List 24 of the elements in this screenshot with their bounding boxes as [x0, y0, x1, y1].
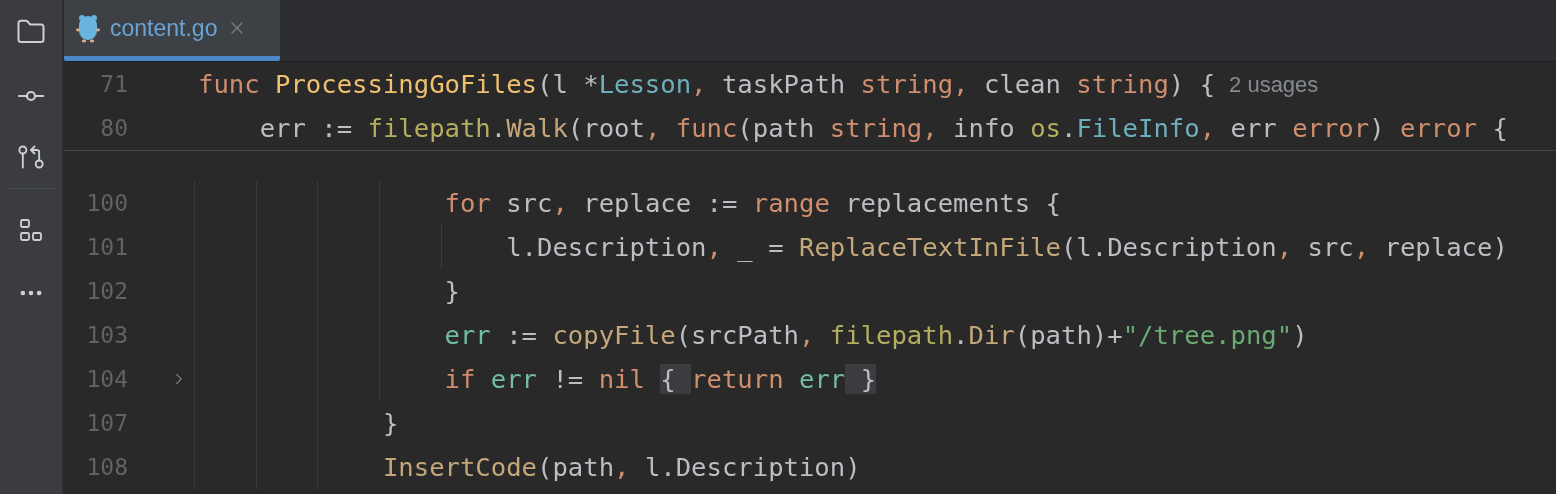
- usages-hint[interactable]: 2 usages: [1229, 67, 1319, 101]
- code-line: func ProcessingGoFiles(l *Lesson, taskPath string, clean string) {: [198, 67, 1216, 101]
- line-number: 104: [86, 364, 128, 394]
- code-line: l.Description, _ = ReplaceTextInFile(l.Description, src, replace): [505, 230, 1508, 264]
- code-line: InsertCode(path, l.Description): [381, 450, 861, 484]
- line-number: 80: [100, 113, 128, 143]
- code-line: }: [443, 274, 460, 308]
- file-tab[interactable]: content.go: [64, 0, 280, 61]
- line-number: 103: [86, 320, 128, 350]
- line-number: 107: [86, 408, 128, 438]
- code-line: for src, replace := range replacements {: [443, 186, 1061, 220]
- code-line: }: [381, 406, 399, 440]
- code-line: err := filepath.Walk(root, func(path string, info os.FileInfo, err error) error {: [258, 111, 1508, 145]
- line-number: 108: [86, 452, 128, 482]
- line-number: 100: [86, 188, 128, 218]
- line-number: 101: [86, 232, 128, 262]
- line-number: 102: [86, 276, 128, 306]
- line-number: 71: [100, 69, 128, 99]
- pull-request-icon[interactable]: [17, 143, 45, 171]
- code-line: if err != nil { return err }: [443, 362, 877, 396]
- structure-icon[interactable]: [18, 218, 44, 244]
- file-type-icon: [76, 13, 100, 43]
- code-line: err := copyFile(srcPath, filepath.Dir(path)+"/tree.png"): [443, 318, 1308, 352]
- tab-label: content.go: [110, 13, 218, 43]
